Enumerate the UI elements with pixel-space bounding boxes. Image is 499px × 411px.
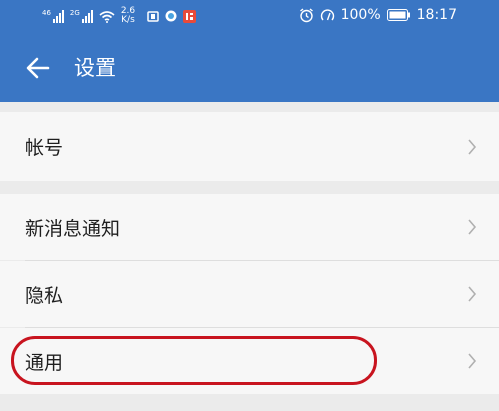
settings-item-privacy[interactable]: 隐私 [0,261,499,327]
chevron-right-icon [468,138,477,155]
settings-item-label: 隐私 [25,284,64,307]
signal-icon: 46 [42,9,64,23]
chevron-right-icon [468,286,477,302]
app-notification-icon [165,10,177,22]
status-bar: 46 2G 2.6 K/s 100% 18:17 [0,0,499,34]
settings-item-account[interactable]: 帐号 [0,112,499,181]
clock-time: 18:17 [416,7,457,23]
settings-item-new-message-notification[interactable]: 新消息通知 [0,194,499,260]
settings-item-label: 新消息通知 [25,217,121,240]
alarm-icon [299,7,313,22]
wifi-icon [99,10,115,23]
power-saving-icon [320,8,334,20]
highlight-annotation [11,336,377,385]
news-app-icon [183,9,197,23]
page-title: 设置 [74,56,116,80]
settings-item-label: 帐号 [25,137,64,159]
back-arrow-icon[interactable] [24,54,52,82]
speed-unit: K/s [121,15,135,25]
chevron-right-icon [468,353,477,369]
app-bar: 设置 [0,34,499,102]
status-left: 46 2G 2.6 K/s [42,7,197,25]
status-right: 100% 18:17 [299,7,457,23]
signal-label: 46 [42,9,51,17]
network-speed: 2.6 K/s [121,7,135,25]
notification-icon [147,10,159,22]
signal-label-2: 2G [69,9,80,17]
battery-percent: 100% [340,7,381,23]
signal-icon-2: 2G [70,9,93,23]
chevron-right-icon [468,219,477,235]
battery-icon [386,9,410,21]
